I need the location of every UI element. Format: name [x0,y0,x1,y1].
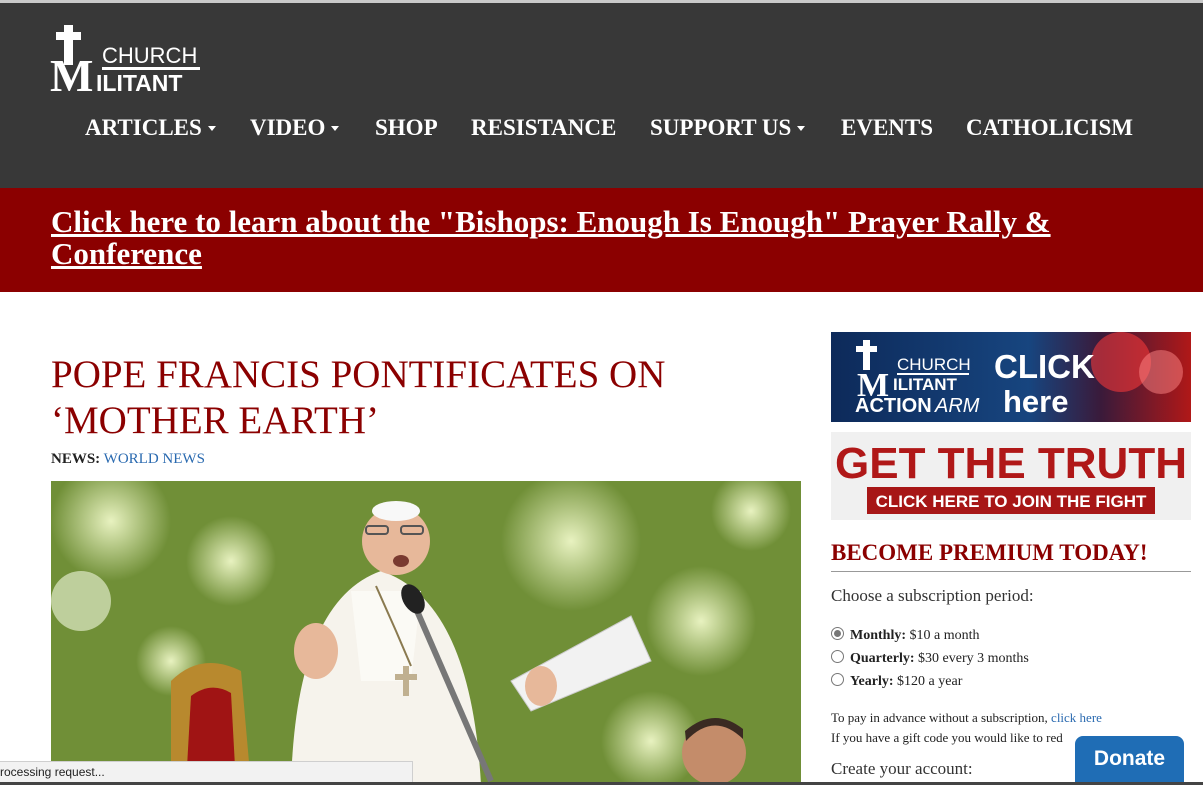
gift-code-note: If you have a gift code you would like t… [831,730,1063,745]
church-militant-logo[interactable]: M CHURCH ILITANT [50,23,210,101]
svg-text:CHURCH: CHURCH [897,355,971,374]
announcement-banner: Click here to learn about the "Bishops: … [0,188,1203,292]
svg-text:here: here [1003,384,1068,419]
logo-m: M [50,50,93,95]
article-photo [51,481,801,785]
option-monthly[interactable]: Monthly: $10 a month [831,627,980,646]
prayer-rally-link[interactable]: Click here to learn about the "Bishops: … [51,206,1151,270]
get-the-truth-ad[interactable]: GET THE TRUTH CLICK HERE TO JOIN THE FIG… [831,432,1191,520]
quarterly-radio[interactable] [831,650,844,664]
svg-text:ILITANT: ILITANT [893,375,958,394]
nav-shop[interactable]: SHOP [375,115,438,141]
svg-text:ARM: ARM [934,395,980,417]
chevron-down-icon [207,125,216,131]
site-header: M CHURCH ILITANT ARTICLES VIDEO SHOP RES… [0,3,1203,188]
nav-catholicism[interactable]: CATHOLICISM [966,115,1133,141]
nav-events[interactable]: EVENTS [841,115,933,141]
logo-church: CHURCH [102,43,197,68]
advance-payment-note: To pay in advance without a subscription… [831,710,1102,725]
option-quarterly[interactable]: Quarterly: $30 every 3 months [831,650,1029,669]
article-title: POPE FRANCIS PONTIFICATES ON ‘MOTHER EAR… [51,353,666,442]
nav-support-us[interactable]: SUPPORT US [650,115,806,141]
chevron-down-icon [331,125,340,131]
option-yearly[interactable]: Yearly: $120 a year [831,673,962,692]
category-link[interactable]: WORLD NEWS [104,451,205,467]
svg-text:ACTION: ACTION [855,395,932,417]
svg-text:CLICK: CLICK [994,348,1095,385]
nav-video[interactable]: VIDEO [250,115,340,141]
create-account-label: Create your account: [831,759,973,778]
premium-heading: BECOME PREMIUM TODAY! [831,540,1191,572]
category-label: NEWS: [51,451,101,467]
nav-resistance[interactable]: RESISTANCE [471,115,616,141]
article-category: NEWS: WORLD NEWS [51,451,205,468]
yearly-radio[interactable] [831,673,844,687]
main-nav: ARTICLES VIDEO SHOP RESISTANCE SUPPORT U… [0,115,1203,155]
svg-text:CLICK HERE TO JOIN THE FIGHT: CLICK HERE TO JOIN THE FIGHT [876,492,1147,511]
logo-militant: ILITANT [96,70,182,95]
nav-articles[interactable]: ARTICLES [85,115,216,141]
donate-button[interactable]: Donate [1075,736,1184,782]
monthly-radio[interactable] [831,627,844,641]
chevron-down-icon [797,125,806,131]
action-arm-ad[interactable]: M CHURCH ILITANT ACTION ARM CLICK here [831,332,1191,422]
subscription-period-label: Choose a subscription period: [831,586,1034,605]
svg-text:GET THE TRUTH: GET THE TRUTH [835,439,1187,488]
advance-payment-link[interactable]: click here [1051,710,1102,725]
